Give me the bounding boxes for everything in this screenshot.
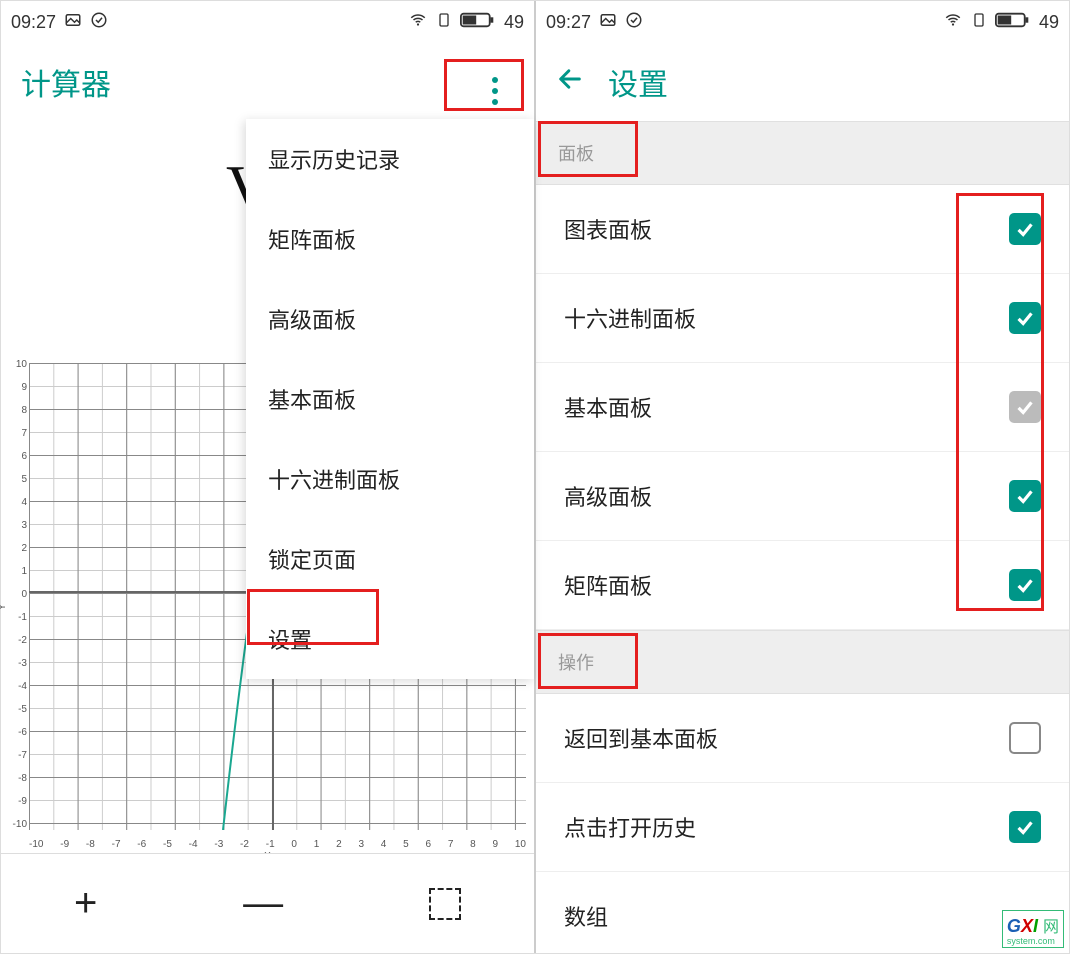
graph-y-ticks: 109876543210-1-2-3-4-5-6-7-8-9-10 <box>9 359 27 830</box>
menu-item-settings[interactable]: 设置 <box>246 599 534 679</box>
row-label: 数组 <box>564 900 608 932</box>
status-bar: 09:27 49 <box>1 1 534 43</box>
more-menu-button[interactable] <box>480 69 510 113</box>
menu-item-basic[interactable]: 基本面板 <box>246 359 534 439</box>
row-matrix-panel[interactable]: 矩阵面板 <box>536 541 1069 630</box>
row-label: 点击打开历史 <box>564 811 696 843</box>
crop-icon <box>429 888 461 920</box>
phone-left: 09:27 49 <box>1 1 535 953</box>
battery-icon <box>995 11 1031 34</box>
battery-level: 49 <box>504 12 524 33</box>
menu-item-history[interactable]: 显示历史记录 <box>246 119 534 199</box>
app-header-right: 设置 <box>536 43 1069 121</box>
row-hex-panel[interactable]: 十六进制面板 <box>536 274 1069 363</box>
back-button[interactable] <box>556 65 584 100</box>
checkbox-chart[interactable] <box>1009 213 1041 245</box>
row-label: 高级面板 <box>564 480 652 512</box>
wifi-icon <box>408 11 428 34</box>
image-icon <box>599 11 617 34</box>
checkbox-matrix[interactable] <box>1009 569 1041 601</box>
settings-title: 设置 <box>608 60 668 104</box>
menu-item-hex[interactable]: 十六进制面板 <box>246 439 534 519</box>
crop-button[interactable] <box>399 878 491 930</box>
row-label: 图表面板 <box>564 213 652 245</box>
row-label: 基本面板 <box>564 391 652 423</box>
row-array[interactable]: 数组 <box>536 872 1069 953</box>
row-tap-history[interactable]: 点击打开历史 <box>536 783 1069 872</box>
app-header-left: 计算器 <box>1 43 534 121</box>
overflow-menu: 显示历史记录 矩阵面板 高级面板 基本面板 十六进制面板 锁定页面 设置 <box>246 119 534 679</box>
image-icon <box>64 11 82 34</box>
status-bar: 09:27 49 <box>536 1 1069 43</box>
section-panels: 面板 <box>536 121 1069 185</box>
checkbox-advanced[interactable] <box>1009 480 1041 512</box>
battery-level: 49 <box>1039 12 1059 33</box>
row-label: 矩阵面板 <box>564 569 652 601</box>
sim-icon <box>436 11 452 34</box>
graph-bottom-bar: + — <box>1 853 534 953</box>
graph-y-label: Y <box>0 603 8 610</box>
row-label: 返回到基本面板 <box>564 722 718 754</box>
graph-x-ticks: -10-9-8-7-6-5-4-3-2-1012345678910 <box>29 839 526 850</box>
row-basic-panel[interactable]: 基本面板 <box>536 363 1069 452</box>
row-return-basic[interactable]: 返回到基本面板 <box>536 694 1069 783</box>
status-time: 09:27 <box>546 12 591 33</box>
phone-right: 09:27 49 <box>535 1 1069 953</box>
menu-item-advanced[interactable]: 高级面板 <box>246 279 534 359</box>
battery-icon <box>460 11 496 34</box>
status-time: 09:27 <box>11 12 56 33</box>
app-title: 计算器 <box>21 60 111 104</box>
row-chart-panel[interactable]: 图表面板 <box>536 185 1069 274</box>
row-advanced-panel[interactable]: 高级面板 <box>536 452 1069 541</box>
row-label: 十六进制面板 <box>564 302 696 334</box>
check-circle-icon <box>625 11 643 34</box>
menu-item-matrix[interactable]: 矩阵面板 <box>246 199 534 279</box>
menu-item-lock[interactable]: 锁定页面 <box>246 519 534 599</box>
check-circle-icon <box>90 11 108 34</box>
sim-icon <box>971 11 987 34</box>
zoom-in-button[interactable]: + <box>44 871 127 936</box>
section-ops: 操作 <box>536 630 1069 694</box>
checkbox-basic <box>1009 391 1041 423</box>
checkbox-hex[interactable] <box>1009 302 1041 334</box>
zoom-out-button[interactable]: — <box>213 871 313 936</box>
watermark: GXI 网 system.com <box>1002 910 1064 948</box>
wifi-icon <box>943 11 963 34</box>
checkbox-return-basic[interactable] <box>1009 722 1041 754</box>
checkbox-tap-history[interactable] <box>1009 811 1041 843</box>
settings-body: 面板 图表面板 十六进制面板 基本面板 高级面板 矩阵面板 <box>536 121 1069 953</box>
